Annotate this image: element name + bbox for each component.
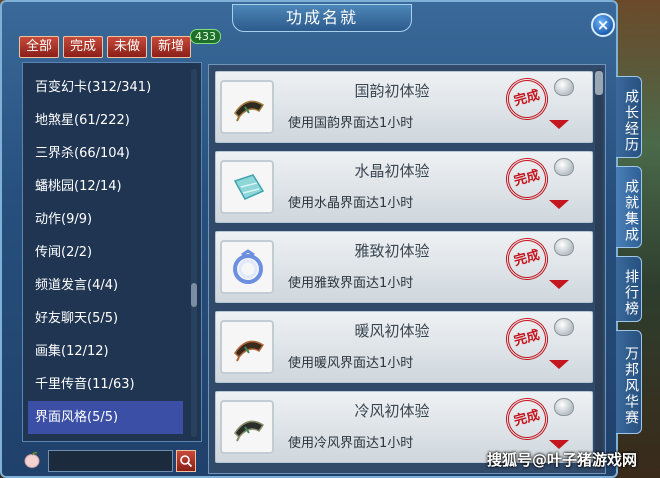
category-list: 百变幻卡(312/341) 地煞星(61/222) 三界杀(66/104) 蟠桃… bbox=[28, 71, 183, 434]
search-bar bbox=[20, 450, 198, 472]
category-item[interactable]: 三界杀(66/104) bbox=[28, 137, 183, 170]
fan-icon bbox=[220, 400, 274, 454]
category-item[interactable]: 频道发言(4/4) bbox=[28, 269, 183, 302]
achievement-desc: 使用水晶界面达1小时 bbox=[288, 196, 414, 211]
crystal-icon bbox=[220, 160, 274, 214]
filter-bar: 全部 完成 未做 新增 bbox=[19, 36, 192, 58]
search-icon bbox=[180, 455, 193, 468]
category-item[interactable]: 地煞星(61/222) bbox=[28, 104, 183, 137]
peach-reward-icon bbox=[554, 318, 574, 336]
achievement-desc: 使用雅致界面达1小时 bbox=[288, 276, 414, 291]
peach-reward-icon bbox=[554, 398, 574, 416]
complete-stamp: 完成 bbox=[501, 73, 553, 125]
filter-new-button[interactable]: 新增 bbox=[151, 36, 192, 58]
category-scrollbar[interactable] bbox=[191, 69, 197, 437]
category-item[interactable]: 动作(9/9) bbox=[28, 203, 183, 236]
category-item-selected[interactable]: 界面风格(5/5) bbox=[28, 401, 183, 434]
achievement-desc: 使用冷风界面达1小时 bbox=[288, 436, 414, 451]
ring-icon bbox=[220, 240, 274, 294]
peach-icon bbox=[22, 451, 42, 471]
complete-stamp: 完成 bbox=[501, 313, 553, 365]
category-item[interactable]: 好友聊天(5/5) bbox=[28, 302, 183, 335]
achievement-scroll-thumb[interactable] bbox=[595, 71, 603, 95]
category-item[interactable]: 画集(12/12) bbox=[28, 335, 183, 368]
achievement-title: 水晶初体验 bbox=[354, 162, 430, 180]
expand-arrow-icon[interactable] bbox=[549, 360, 569, 369]
tab-achievements[interactable]: 成就集成 bbox=[616, 166, 642, 248]
achievement-window: 功成名就 × 全部 完成 未做 新增 433 百变幻卡(312/341) 地煞星… bbox=[0, 0, 618, 478]
complete-stamp: 完成 bbox=[501, 233, 553, 285]
window-title: 功成名就 bbox=[232, 4, 412, 32]
achievement-desc: 使用国韵界面达1小时 bbox=[288, 116, 414, 131]
achievement-title: 暖风初体验 bbox=[354, 322, 430, 340]
achievement-title: 国韵初体验 bbox=[354, 82, 430, 100]
expand-arrow-icon[interactable] bbox=[549, 280, 569, 289]
filter-all-button[interactable]: 全部 bbox=[19, 36, 60, 58]
category-item[interactable]: 百变幻卡(312/341) bbox=[28, 71, 183, 104]
fan-icon bbox=[220, 80, 274, 134]
achievement-card[interactable]: 暖风初体验 使用暖风界面达1小时 完成 bbox=[215, 311, 593, 383]
category-scroll-thumb[interactable] bbox=[191, 283, 197, 307]
expand-arrow-icon[interactable] bbox=[549, 440, 569, 449]
category-item[interactable]: 蟠桃园(12/14) bbox=[28, 170, 183, 203]
achievement-desc: 使用暖风界面达1小时 bbox=[288, 356, 414, 371]
expand-arrow-icon[interactable] bbox=[549, 200, 569, 209]
new-count-badge: 433 bbox=[190, 29, 221, 44]
expand-arrow-icon[interactable] bbox=[549, 120, 569, 129]
achievement-title: 雅致初体验 bbox=[354, 242, 430, 260]
search-button[interactable] bbox=[176, 450, 196, 472]
category-item[interactable]: 传闻(2/2) bbox=[28, 236, 183, 269]
close-button[interactable]: × bbox=[591, 13, 615, 37]
watermark: 搜狐号@叶子猪游戏网 bbox=[487, 451, 638, 469]
complete-stamp: 完成 bbox=[501, 153, 553, 205]
achievement-card[interactable]: 雅致初体验 使用雅致界面达1小时 完成 bbox=[215, 231, 593, 303]
tab-ranking[interactable]: 排行榜 bbox=[616, 256, 642, 322]
achievement-card[interactable]: 国韵初体验 使用国韵界面达1小时 完成 bbox=[215, 71, 593, 143]
achievement-card[interactable]: 水晶初体验 使用水晶界面达1小时 完成 bbox=[215, 151, 593, 223]
fan-icon bbox=[220, 320, 274, 374]
peach-reward-icon bbox=[554, 158, 574, 176]
achievement-title: 冷风初体验 bbox=[354, 402, 430, 420]
peach-reward-icon bbox=[554, 238, 574, 256]
category-item[interactable]: 千里传音(11/63) bbox=[28, 368, 183, 401]
filter-undone-button[interactable]: 未做 bbox=[107, 36, 148, 58]
peach-reward-icon bbox=[554, 78, 574, 96]
search-input[interactable] bbox=[48, 450, 173, 472]
tab-contest[interactable]: 万邦风华赛 bbox=[616, 330, 642, 434]
category-panel: 百变幻卡(312/341) 地煞星(61/222) 三界杀(66/104) 蟠桃… bbox=[22, 62, 202, 442]
tab-growth[interactable]: 成长经历 bbox=[616, 76, 642, 158]
achievement-scrollbar[interactable] bbox=[595, 69, 603, 469]
filter-done-button[interactable]: 完成 bbox=[63, 36, 104, 58]
achievement-list-panel: 国韵初体验 使用国韵界面达1小时 完成 水晶初体验 使用水晶界面达1小时 完成 bbox=[208, 64, 606, 474]
complete-stamp: 完成 bbox=[501, 393, 553, 445]
